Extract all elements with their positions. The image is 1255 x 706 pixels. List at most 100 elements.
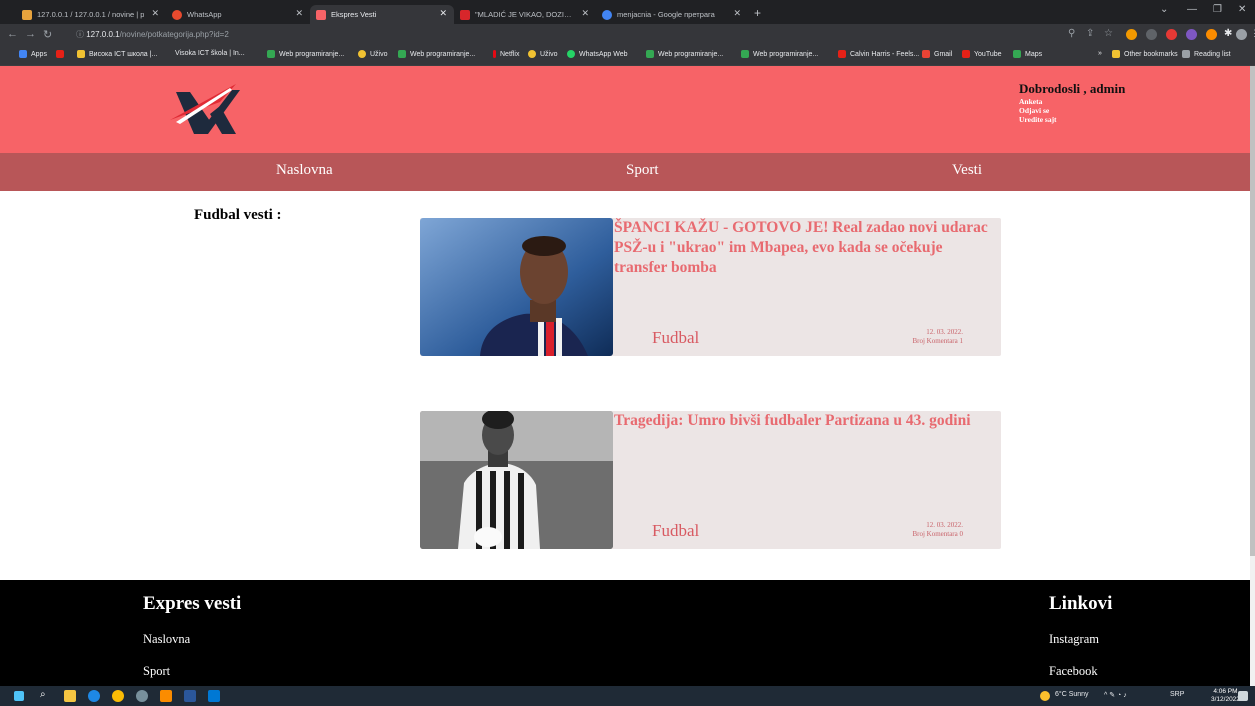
xampp-icon[interactable] [160,690,172,702]
nav-home[interactable]: Naslovna [276,162,333,179]
edge-icon[interactable] [88,690,100,702]
bookmark-gmail[interactable]: Gmail [922,50,952,58]
folder-icon [1112,50,1120,58]
github-icon[interactable] [136,690,148,702]
article-category[interactable]: Fudbal [652,521,699,541]
more-bookmarks-icon[interactable]: » [1098,50,1102,57]
bookmark-whatsapp[interactable]: WhatsApp Web [567,50,628,58]
bookmark-item[interactable]: Uživo [358,50,388,58]
google-icon [602,9,612,20]
weather-text[interactable]: 6°C Sunny [1055,691,1089,698]
bookmark-item[interactable]: Web programiranje... [646,50,723,58]
extension-icon[interactable] [1206,29,1217,40]
rss-extension-icon[interactable] [1126,29,1137,40]
footer-links-title: Linkovi [1049,593,1113,614]
minimize-icon[interactable]: — [1187,4,1197,15]
file-explorer-icon[interactable] [64,690,76,702]
bookmark-netflix[interactable]: Netflix [493,50,519,58]
bookmark-youtube[interactable]: YouTube [962,50,1002,58]
vscode-icon[interactable] [208,690,220,702]
system-clock[interactable]: 4:06 PM 3/12/2022 [1211,688,1240,704]
survey-link[interactable]: Anketa [1019,97,1125,106]
article-category[interactable]: Fudbal [652,328,699,348]
logout-link[interactable]: Odjavi se [1019,106,1125,115]
bookmark-maps[interactable]: Maps [1013,50,1042,58]
close-tab-icon[interactable]: ✕ [581,8,589,19]
bookmark-item[interactable]: Calvin Harris - Feels... [838,50,919,58]
netflix-icon [493,50,496,58]
bookmark-item[interactable]: Висока ICT школа |... [77,50,157,58]
windows-start-icon[interactable] [14,691,24,701]
whatsapp-icon [567,50,575,58]
article-headline[interactable]: ŠPANCI KAŽU - GOTOVO JE! Real zadao novi… [614,218,994,278]
footer-link-home[interactable]: Naslovna [143,632,190,647]
word-icon[interactable] [184,690,196,702]
bookmark-favicon-icon [358,50,366,58]
bookmark-item[interactable]: Web programiranje... [398,50,475,58]
bookmark-item[interactable]: Uživo [528,50,558,58]
close-tab-icon[interactable]: ✕ [733,8,741,19]
bookmark-favicon-icon [77,50,85,58]
site-info-icon[interactable]: ⓘ [76,30,84,39]
footer-link-instagram[interactable]: Instagram [1049,632,1099,647]
article-headline[interactable]: Tragedija: Umro bivši fudbaler Partizana… [614,411,994,431]
browser-tab[interactable]: WhatsApp ✕ [166,5,310,24]
profile-avatar[interactable] [1236,29,1247,40]
bookmark-apps[interactable]: Apps [19,50,47,58]
close-tab-icon[interactable]: ✕ [295,8,303,19]
bookmark-other[interactable]: Other bookmarks [1112,50,1178,58]
article-image[interactable] [420,218,613,356]
zoom-icon[interactable]: ⚲ [1068,28,1075,39]
bookmark-star-icon[interactable]: ☆ [1104,28,1113,39]
bookmark-item[interactable]: Visoka ICT škola | In... [175,50,245,57]
extensions-puzzle-icon[interactable]: ✱ [1224,28,1232,39]
welcome-text: Dobrodosli , admin [1019,81,1126,96]
bookmark-reading-list[interactable]: Reading list [1182,50,1231,58]
weather-sun-icon[interactable] [1040,691,1050,701]
notifications-icon[interactable] [1238,691,1248,701]
footer-link-sport[interactable]: Sport [143,664,170,679]
forward-icon[interactable]: → [25,28,36,40]
browser-tab-strip: 127.0.0.1 / 127.0.0.1 / novine | p ✕ Wha… [0,0,1255,24]
close-tab-icon[interactable]: ✕ [151,8,159,19]
menu-icon[interactable]: ⋮ [1250,28,1255,39]
tab-search-icon[interactable]: ⌄ [1160,4,1168,15]
language-indicator[interactable]: SRP [1170,691,1184,698]
nav-sport[interactable]: Sport [626,162,659,179]
address-bar[interactable]: ⓘ 127.0.0.1/novine/potkategorija.php?id=… [76,27,1136,43]
browser-tab[interactable]: menjacnia - Google претрага ✕ [596,5,748,24]
chrome-icon[interactable] [112,690,124,702]
site-logo[interactable] [170,84,240,140]
bookmark-item[interactable]: Web programiranje... [741,50,818,58]
scrollbar-thumb[interactable] [1250,66,1255,556]
bookmark-item[interactable]: Web programiranje... [267,50,344,58]
page-scrollbar[interactable] [1250,66,1255,686]
browser-tab[interactable]: "MLADIĆ JE VIKAO, DOZIVAO PO ✕ [454,5,596,24]
close-window-icon[interactable]: ✕ [1238,4,1246,15]
main-navigation: Naslovna Sport Vesti [0,153,1250,191]
edit-site-link[interactable]: Uredite sajt [1019,115,1125,124]
site-header: Dobrodosli , admin Anketa Odjavi se Ured… [0,66,1250,153]
share-icon[interactable]: ⇪ [1086,28,1094,39]
reload-icon[interactable]: ↻ [43,28,52,41]
new-tab-icon[interactable]: + [754,6,761,20]
extension-icon[interactable] [1146,29,1157,40]
bookmark-youtube[interactable] [56,50,68,58]
close-tab-icon[interactable]: ✕ [439,8,447,19]
browser-tab[interactable]: 127.0.0.1 / 127.0.0.1 / novine | p ✕ [16,5,166,24]
browser-tab-active[interactable]: Ekspres Vesti ✕ [310,5,454,24]
article-date: 12. 03. 2022. [926,328,963,336]
back-icon[interactable]: ← [7,28,18,40]
nav-news[interactable]: Vesti [952,162,982,179]
adblock-icon[interactable] [1166,29,1177,40]
restore-icon[interactable]: ❐ [1213,4,1222,15]
search-icon[interactable]: ⌕ [40,689,52,701]
article-card[interactable]: ŠPANCI KAŽU - GOTOVO JE! Real zadao novi… [420,218,1001,356]
tray-icons[interactable]: ^ ✎ ◔ ♪ [1104,691,1127,699]
extension-icon[interactable] [1186,29,1197,40]
article-card[interactable]: Tragedija: Umro bivši fudbaler Partizana… [420,411,1001,549]
drive-icon [741,50,749,58]
article-image[interactable] [420,411,613,549]
browser-toolbar: ← → ↻ ⓘ 127.0.0.1/novine/potkategorija.p… [0,24,1255,46]
footer-link-facebook[interactable]: Facebook [1049,664,1098,679]
